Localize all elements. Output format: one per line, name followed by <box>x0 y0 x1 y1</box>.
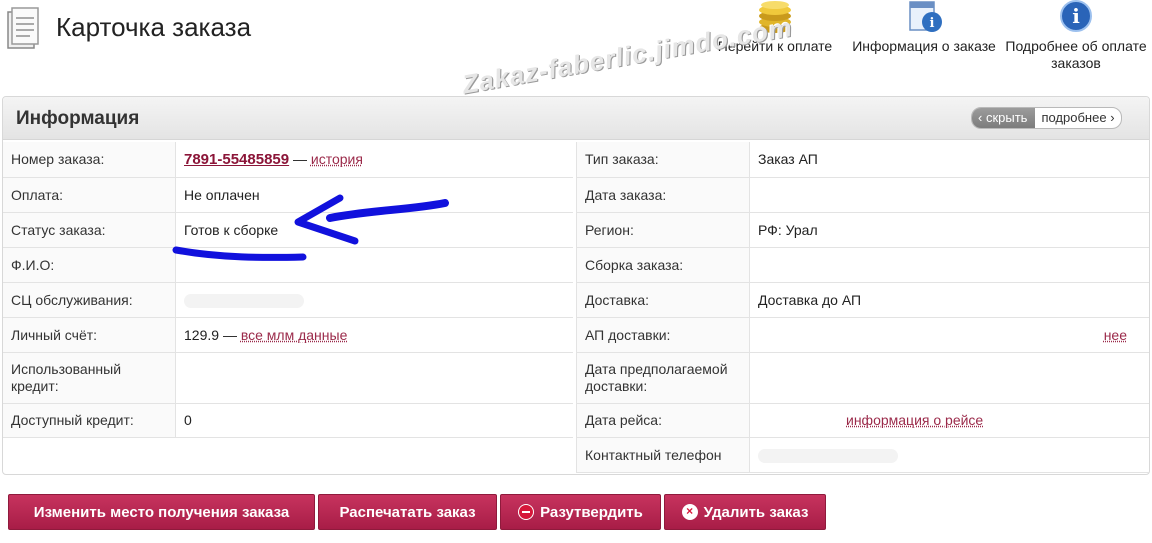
table-row: Использованный кредит: <box>3 352 573 404</box>
payment-status: Не оплачен <box>175 177 573 213</box>
page-title: Карточка заказа <box>56 12 252 42</box>
coins-icon <box>759 1 791 33</box>
svg-text:i: i <box>1072 4 1080 28</box>
dash: — <box>222 326 237 343</box>
go-to-payment-button[interactable]: Перейти к оплате <box>713 0 837 55</box>
phone-value <box>749 437 1149 473</box>
order-type-label: Тип заказа: <box>576 142 750 178</box>
panel-header: Информация ‹ скрыть подробнее › <box>3 97 1149 140</box>
delete-order-button[interactable]: × Удалить заказ <box>664 494 826 530</box>
ap-delivery-label: АП доставки: <box>576 317 750 353</box>
expected-delivery-label: Дата предполагаемой доставки: <box>576 352 750 404</box>
svg-text:i: i <box>930 16 935 31</box>
ap-delivery-link[interactable]: нее <box>1104 327 1127 343</box>
change-pickup-button[interactable]: Изменить место получения заказа <box>8 494 315 530</box>
flight-date-cell: информация о рейсе <box>749 403 1149 438</box>
fio-value <box>175 247 573 283</box>
details-toggle[interactable]: ‹ скрыть подробнее › <box>971 107 1122 129</box>
flight-date-label: Дата рейса: <box>576 403 750 438</box>
payment-label: Оплата: <box>3 177 176 213</box>
table-row: Сборка заказа: <box>576 247 1149 283</box>
table-row: Оплата: Не оплачен <box>3 177 573 213</box>
delivery-value: Доставка до АП <box>749 282 1149 318</box>
table-row: Контактный телефон <box>576 437 1149 473</box>
panel-title: Информация <box>16 108 140 129</box>
redacted-blob <box>184 293 304 308</box>
table-row: Тип заказа: Заказ АП <box>576 142 1149 178</box>
account-value: 129.9 <box>184 326 220 343</box>
mlm-data-link[interactable]: все млм данные <box>241 327 348 343</box>
close-icon: × <box>681 504 698 520</box>
go-to-payment-label: Перейти к оплате <box>717 38 833 54</box>
history-link[interactable]: история <box>311 151 363 167</box>
phone-label: Контактный телефон <box>576 437 750 473</box>
payment-details-label: Подробнее об оплате заказов <box>1005 38 1147 71</box>
print-order-label: Распечатать заказ <box>339 503 476 521</box>
order-info-label: Информация о заказе <box>852 38 996 54</box>
order-number-label: Номер заказа: <box>3 142 176 178</box>
table-row: Дата рейса: информация о рейсе <box>576 403 1149 438</box>
available-credit-value: 0 <box>175 403 573 438</box>
dash: — <box>293 150 307 167</box>
unconfirm-button[interactable]: Разутвердить <box>500 494 661 530</box>
status-label: Статус заказа: <box>3 212 176 248</box>
table-row: Номер заказа: 7891-55485859 — история <box>3 142 573 178</box>
used-credit-value <box>175 352 573 404</box>
flight-info-link[interactable]: информация о рейсе <box>846 412 983 428</box>
table-row: АП доставки: нее <box>576 317 1149 353</box>
minus-circle-icon <box>518 504 535 520</box>
order-status: Готов к сборке <box>175 212 573 248</box>
service-center-label: СЦ обслуживания: <box>3 282 176 318</box>
table-row: СЦ обслуживания: <box>3 282 573 318</box>
order-number-link[interactable]: 7891-55485859 <box>184 151 289 168</box>
fio-label: Ф.И.О: <box>3 247 176 283</box>
redacted-blob <box>758 448 898 463</box>
region-label: Регион: <box>576 212 750 248</box>
table-row: Личный счёт: 129.9 — все млм данные <box>3 317 573 353</box>
info-panel: Информация ‹ скрыть подробнее › Номер за… <box>2 96 1150 475</box>
region-value: РФ: Урал <box>749 212 1149 248</box>
order-info-icon: i <box>909 1 942 32</box>
table-row: Дата заказа: <box>576 177 1149 213</box>
account-cell: 129.9 — все млм данные <box>175 317 573 353</box>
page-header: Карточка заказа Перейти к оплате i Инфор… <box>0 0 1152 92</box>
account-label: Личный счёт: <box>3 317 176 353</box>
service-center-value <box>175 282 573 318</box>
right-info-table: Тип заказа: Заказ АП Дата заказа: Регион… <box>576 142 1149 473</box>
available-credit-label: Доступный кредит: <box>3 403 176 438</box>
order-date-label: Дата заказа: <box>576 177 750 213</box>
assembly-label: Сборка заказа: <box>576 247 750 283</box>
more-toggle[interactable]: подробнее › <box>1035 108 1120 128</box>
ap-delivery-cell: нее <box>749 317 1149 353</box>
expected-delivery-value <box>749 352 1149 404</box>
order-info-button[interactable]: i Информация о заказе <box>848 0 1000 55</box>
order-type-value: Заказ АП <box>749 142 1149 178</box>
table-row: Дата предполагаемой доставки: <box>576 352 1149 404</box>
table-row: Доставка: Доставка до АП <box>576 282 1149 318</box>
assembly-value <box>749 247 1149 283</box>
document-icon <box>7 7 39 49</box>
order-date-value <box>749 177 1149 213</box>
order-number-cell: 7891-55485859 — история <box>175 142 573 178</box>
delete-order-label: Удалить заказ <box>703 503 809 521</box>
info-icon: i <box>1060 0 1092 32</box>
payment-details-button[interactable]: i Подробнее об оплате заказов <box>1000 0 1152 72</box>
unconfirm-label: Разутвердить <box>540 503 643 521</box>
table-row: Ф.И.О: <box>3 247 573 283</box>
print-order-button[interactable]: Распечатать заказ <box>318 494 497 530</box>
table-row: Доступный кредит: 0 <box>3 403 573 438</box>
hide-toggle[interactable]: ‹ скрыть <box>972 108 1036 128</box>
table-row: Регион: РФ: Урал <box>576 212 1149 248</box>
used-credit-label: Использованный кредит: <box>3 352 176 404</box>
table-row: Статус заказа: Готов к сборке <box>3 212 573 248</box>
change-pickup-label: Изменить место получения заказа <box>33 503 290 521</box>
left-info-table: Номер заказа: 7891-55485859 — история Оп… <box>3 142 573 438</box>
delivery-label: Доставка: <box>576 282 750 318</box>
